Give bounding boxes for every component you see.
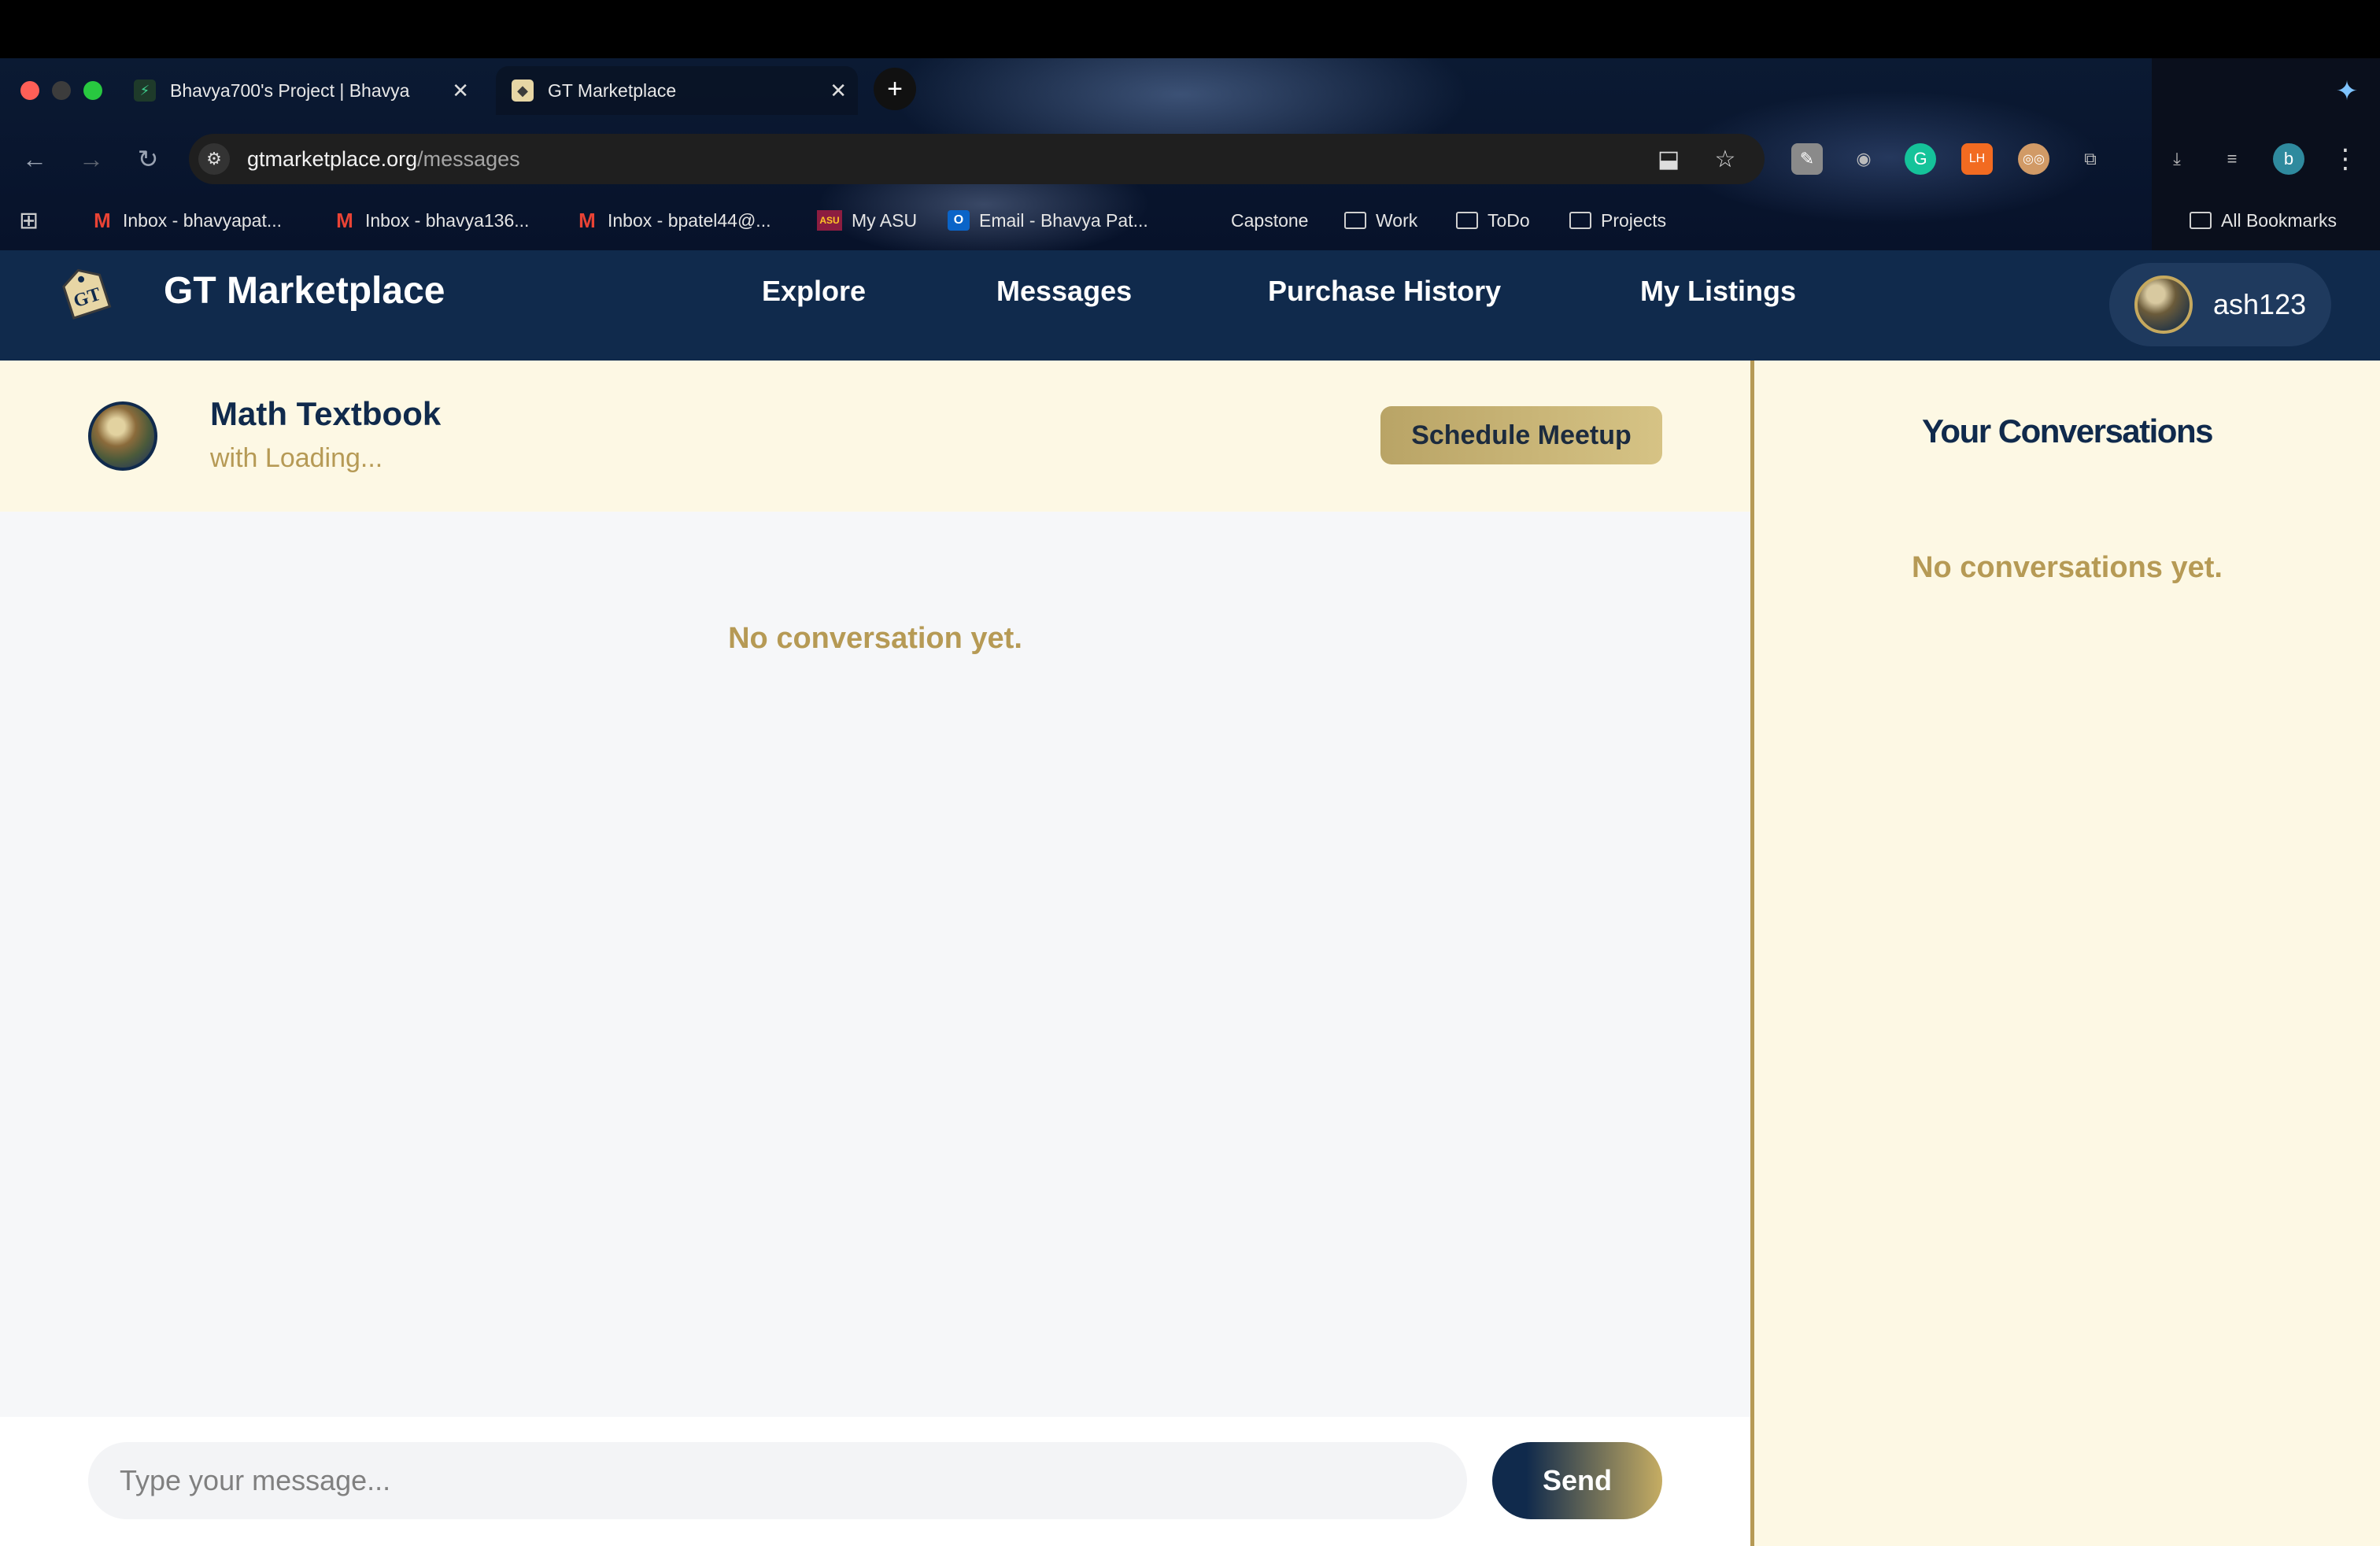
asu-icon: ASU (817, 210, 842, 231)
no-conversations-message: No conversations yet. (1912, 551, 2223, 584)
bookmark-label: Work (1376, 209, 1418, 231)
bookmark-label: My ASU (852, 209, 918, 231)
bookmark-star-icon[interactable]: ☆ (1711, 145, 1739, 173)
nav-explore[interactable]: Explore (762, 272, 866, 311)
bookmark-label: Projects (1601, 209, 1667, 231)
folder-icon (1569, 212, 1591, 229)
bookmark-folder[interactable]: Work (1344, 206, 1417, 235)
bookmark-label: Inbox - bhavya136... (365, 209, 530, 231)
gemini-sparkle-icon[interactable]: ✦ (2331, 76, 2363, 107)
forward-arrow-icon[interactable]: → (74, 142, 109, 176)
bookmark-label: All Bookmarks (2221, 209, 2337, 231)
chat-pane (0, 361, 1750, 1546)
extension-camera-icon[interactable]: ◉ (1848, 143, 1879, 175)
close-window-button[interactable] (20, 81, 39, 100)
folder-icon (1456, 212, 1478, 229)
bookmark-label: Inbox - bhavyapat... (123, 209, 283, 231)
browser-menu-icon[interactable]: ⋮ (2332, 143, 2359, 175)
gmail-icon: M (94, 208, 111, 232)
close-tab-icon[interactable]: ✕ (830, 79, 847, 103)
user-avatar (2134, 276, 2193, 334)
gt-tag-icon: ◆ (512, 80, 534, 102)
browser-tab-supabase[interactable]: ⚡ Bhavya700's Project | Bhavya ✕ (134, 66, 480, 115)
bookmark-folder[interactable]: ToDo (1456, 206, 1530, 235)
tab-title: GT Marketplace (548, 80, 677, 101)
gmail-icon: M (336, 208, 353, 232)
message-input[interactable] (88, 1442, 1467, 1519)
back-arrow-icon[interactable]: ← (17, 142, 52, 176)
listing-avatar (88, 401, 157, 471)
extensions-puzzle-icon[interactable]: ⧉ (2075, 143, 2106, 175)
grammarly-icon[interactable]: G (1905, 143, 1936, 175)
extension-eyes-icon[interactable]: ◎◎ (2018, 143, 2049, 175)
listing-title: Math Textbook (210, 395, 442, 432)
media-control-icon[interactable]: ≡ (2216, 143, 2248, 175)
empty-chat-message: No conversation yet. (728, 622, 1022, 655)
folder-icon (1344, 212, 1366, 229)
install-app-icon[interactable]: ⬓ (1654, 145, 1683, 173)
browser-tab-gt-marketplace[interactable]: ◆ GT Marketplace ✕ (496, 66, 858, 115)
downloads-icon[interactable]: ⤓ (2161, 143, 2193, 175)
url-path: /messages (417, 146, 520, 171)
tab-title: Bhavya700's Project | Bhavya (170, 80, 410, 101)
bookmark-folder[interactable]: Projects (1569, 206, 1666, 235)
address-bar[interactable]: ⚙ gtmarketplace.org/messages ⬓ ☆ (189, 134, 1765, 184)
bookmark-label: ToDo (1488, 209, 1530, 231)
new-tab-button[interactable]: + (874, 68, 916, 110)
conversations-sidebar (1750, 361, 2380, 1546)
bookmark-item[interactable]: M Inbox - bhavya136... (334, 206, 529, 235)
bookmark-label: Capstone (1231, 209, 1309, 231)
username: ash123 (2213, 288, 2307, 320)
bookmark-label: Inbox - bpatel44@... (608, 209, 771, 231)
folder-icon (2190, 212, 2212, 229)
chat-partner-subtitle: with Loading... (210, 443, 383, 473)
maximize-window-button[interactable] (83, 81, 102, 100)
bookmark-item[interactable]: M Inbox - bpatel44@... (576, 206, 771, 235)
gt-logo-icon[interactable]: GT (55, 261, 115, 321)
extension-notes-icon[interactable]: ✎ (1791, 143, 1823, 175)
minimize-window-button[interactable] (52, 81, 71, 100)
nav-messages[interactable]: Messages (996, 272, 1132, 311)
all-bookmarks-button[interactable]: All Bookmarks (2190, 206, 2337, 235)
supabase-icon: ⚡ (134, 80, 156, 102)
brand-title[interactable]: GT Marketplace (164, 268, 445, 315)
conversations-title: Your Conversations (1922, 412, 2213, 449)
gmail-icon: M (578, 208, 596, 232)
site-info-icon[interactable]: ⚙ (198, 143, 230, 175)
reload-icon[interactable]: ↻ (131, 142, 165, 176)
bookmark-item[interactable]: Capstone (1199, 206, 1308, 235)
bookmark-label: Email - Bhavya Pat... (979, 209, 1148, 231)
profile-avatar[interactable]: b (2273, 143, 2304, 175)
title-bar (0, 0, 2380, 58)
url-host: gtmarketplace.org (247, 146, 418, 171)
folder-icon (1199, 210, 1221, 231)
schedule-meetup-button[interactable]: Schedule Meetup (1380, 406, 1662, 464)
bookmark-item[interactable]: ASU My ASU (817, 206, 917, 235)
send-button[interactable]: Send (1492, 1442, 1662, 1519)
nav-my-listings[interactable]: My Listings (1640, 272, 1796, 311)
outlook-icon: O (948, 210, 970, 231)
user-menu-button[interactable]: ash123 (2109, 263, 2331, 346)
close-tab-icon[interactable]: ✕ (452, 79, 469, 103)
bookmark-item[interactable]: M Inbox - bhavyapat... (91, 206, 282, 235)
nav-purchase-history[interactable]: Purchase History (1268, 272, 1501, 311)
apps-grid-icon[interactable]: ⊞ (19, 209, 42, 233)
lighthouse-icon[interactable]: LH (1961, 143, 1993, 175)
bookmark-item[interactable]: O Email - Bhavya Pat... (948, 206, 1148, 235)
